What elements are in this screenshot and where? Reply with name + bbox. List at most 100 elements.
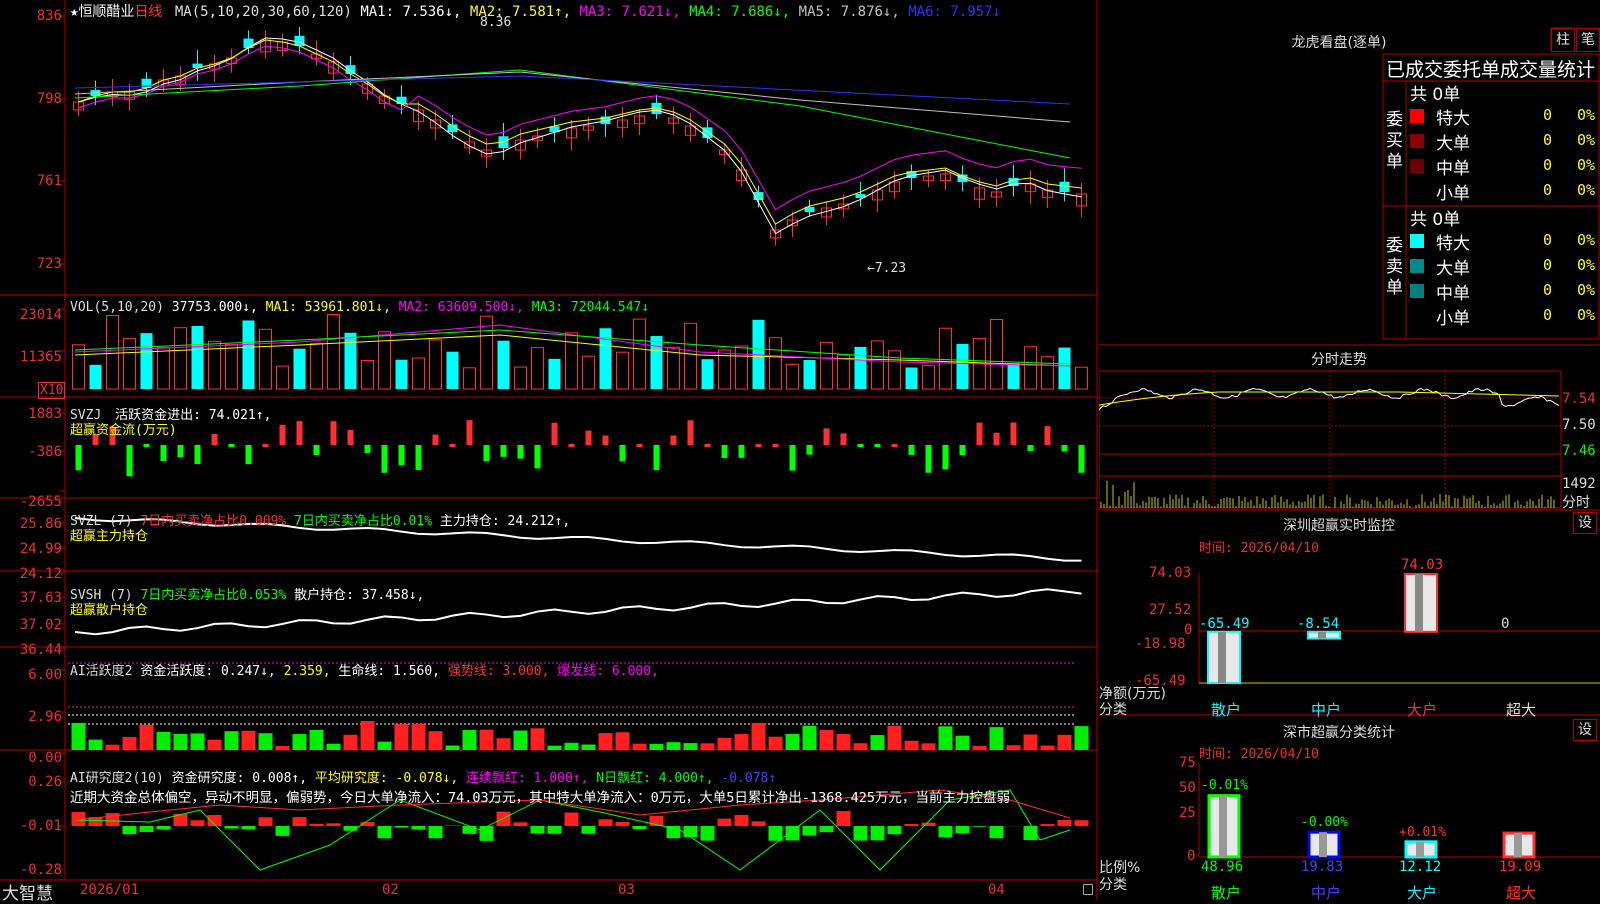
volume-bar — [855, 347, 867, 389]
volume-bar — [226, 345, 238, 389]
tick-mode-button[interactable]: 笔 — [1576, 28, 1600, 52]
sell-row-name-2: 大单 — [1436, 254, 1470, 279]
flow-bar — [688, 420, 694, 445]
classify-bar-shade — [1319, 832, 1327, 857]
research-bar — [939, 826, 953, 837]
intraday-title[interactable]: 分时走势 — [1279, 349, 1399, 369]
ai-research-t5: -0.078↑ — [721, 771, 776, 786]
active-bar — [599, 733, 613, 750]
lock-icon[interactable] — [1083, 884, 1093, 895]
volume-bar — [362, 361, 374, 389]
active-bar — [276, 746, 290, 750]
flow-bar — [433, 435, 439, 445]
flow-bar — [229, 444, 235, 447]
active-bar — [514, 731, 528, 750]
buy-row-swatch-2 — [1410, 134, 1424, 148]
flow-bar — [960, 445, 966, 455]
research-bar — [888, 826, 902, 834]
volume-bar — [345, 333, 357, 389]
ai-research-tick-3: -0.28 — [0, 862, 62, 878]
research-bar — [395, 826, 409, 828]
period-label[interactable]: 日线 — [134, 4, 162, 20]
flow-bar — [620, 445, 626, 461]
vol-tick-2: 11365 — [0, 349, 62, 365]
sell-row-count-2: 0 — [1543, 256, 1552, 274]
active-bar — [905, 741, 919, 750]
svzl-tick-3: 24.12 — [0, 566, 62, 582]
classify-bar-shade — [1416, 842, 1424, 857]
classify-tick-1: 75 — [1179, 755, 1196, 771]
active-bar — [854, 743, 868, 750]
classify-bottom-2: 19.83 — [1301, 859, 1343, 875]
ai-research-tick-1: 0.26 — [0, 774, 62, 790]
volume-bar — [957, 344, 969, 389]
ma-value-4: MA4: 7.686↓, — [681, 4, 791, 20]
monitor-settings-button[interactable]: 设 — [1573, 512, 1597, 534]
ma-value-1: MA1: 7.536↓, — [360, 4, 461, 20]
active-bar — [327, 744, 341, 750]
active-bar — [888, 726, 902, 750]
buy-row-pct-2: 0% — [1577, 131, 1595, 149]
bar-mode-button[interactable]: 柱 — [1551, 28, 1575, 52]
buy-row-name-4: 小单 — [1436, 179, 1470, 204]
active-bar — [803, 726, 817, 750]
active-bar — [480, 730, 494, 750]
flow-bar — [790, 445, 796, 471]
ma1-line — [79, 38, 1082, 234]
ma5-line — [75, 72, 1070, 122]
flow-bar — [382, 445, 388, 473]
ma-value-5: MA5: 7.876↓, — [790, 4, 900, 20]
kline-chart-canvas[interactable] — [0, 0, 1098, 900]
active-bar — [463, 730, 477, 750]
flow-bar — [756, 444, 762, 447]
ma2-line — [79, 40, 1082, 224]
flow-bar — [552, 423, 558, 445]
flow-bar — [739, 445, 745, 458]
classify-tick-3: 25 — [1179, 805, 1196, 821]
right-panel: 龙虎看盘(逐单) 柱 笔 已成交委托单成交量统计 委买单 委卖单 共 0单 共 … — [1099, 0, 1600, 900]
buy-row-count-2: 0 — [1543, 131, 1552, 149]
stock-name: 恒顺醋业 — [78, 4, 134, 20]
active-bar — [225, 731, 239, 750]
buy-orders-label: 委买单 — [1386, 110, 1406, 173]
classify-settings-button[interactable]: 设 — [1573, 719, 1597, 741]
buy-row-swatch-3 — [1410, 159, 1424, 173]
kline-chart-area[interactable]: ★恒顺醋业日线 MA(5,10,20,30,60,120) MA1: 7.536… — [0, 0, 1098, 900]
active-bar — [106, 745, 120, 750]
svzj-tick-1: 1883 — [0, 406, 62, 422]
research-bar — [140, 826, 154, 832]
monitor-bar-shade — [1318, 632, 1326, 639]
ai-active-t5: 爆发线: 6.000, — [557, 664, 659, 679]
svzl-tick-1: 25.86 — [0, 516, 62, 532]
ai-active-t1: 资金活跃度: 0.247↓, — [140, 664, 275, 679]
svzj-tick-2: -386 — [0, 444, 62, 460]
flow-bar — [518, 445, 524, 459]
volume-bar — [668, 347, 680, 389]
volume-bar — [617, 352, 629, 389]
vol-ma1: MA1: 53961.801↓, — [266, 300, 391, 315]
active-bar — [361, 721, 375, 750]
sell-row-swatch-2 — [1410, 259, 1424, 273]
flow-bar — [909, 445, 915, 455]
flow-bar — [943, 445, 949, 470]
svzl-t1: 7日内买卖净占比0.009% — [140, 514, 286, 529]
buy-row-swatch-1 — [1410, 109, 1424, 123]
ai-active-t3: 生命线: 1.560, — [338, 664, 440, 679]
volume-bar — [549, 359, 561, 389]
volume-bar — [192, 326, 204, 389]
buy-row-count-1: 0 — [1543, 106, 1552, 124]
volume-bar — [923, 366, 935, 389]
ma-value-2: MA2: 7.581↑, — [461, 4, 571, 20]
monitor-bar-shade — [1218, 632, 1226, 683]
flow-bar — [977, 423, 983, 445]
volume-bar — [1008, 363, 1020, 389]
flow-bar — [654, 445, 660, 470]
research-bar — [259, 817, 273, 826]
active-bar — [582, 745, 596, 750]
price-tick-4: 723 — [0, 256, 62, 272]
flow-bar — [1028, 445, 1034, 451]
active-bar — [140, 725, 154, 750]
intraday-tick-3: 7.46 — [1562, 443, 1596, 459]
sell-row-count-3: 0 — [1543, 281, 1552, 299]
flow-bar — [297, 421, 303, 445]
